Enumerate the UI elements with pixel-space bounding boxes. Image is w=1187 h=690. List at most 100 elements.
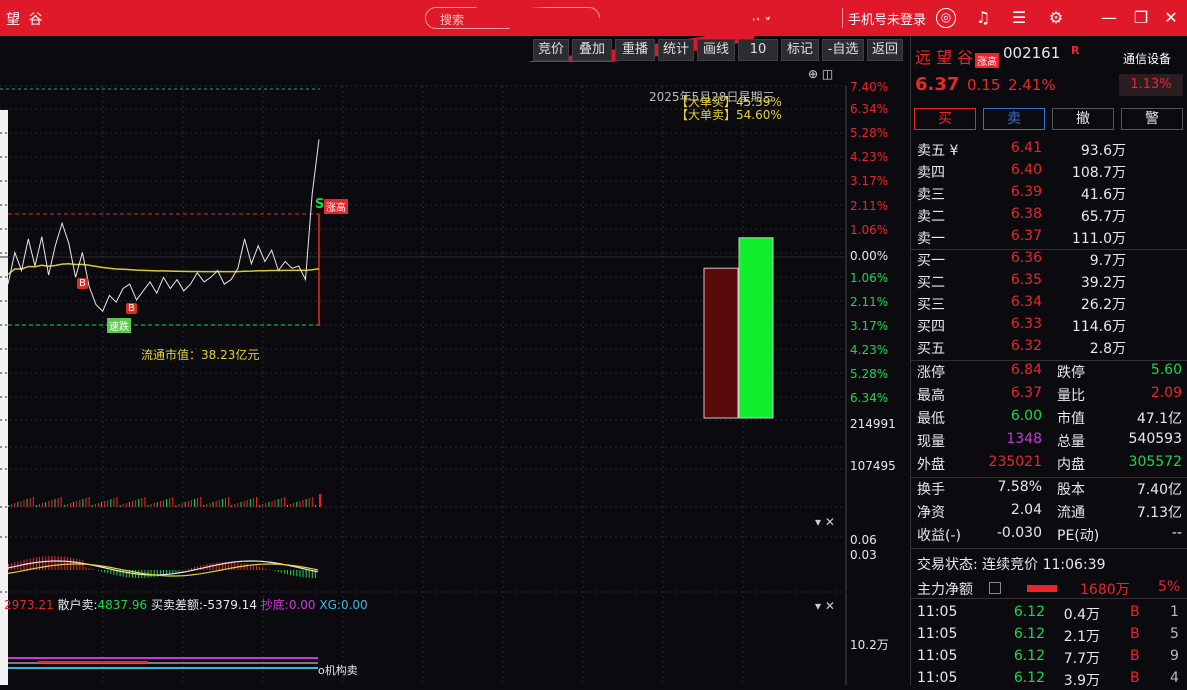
bid-volume: 2.8万	[1066, 338, 1126, 358]
bid-label: 买五	[917, 338, 945, 358]
toolbar-back-button[interactable]: 返回	[867, 39, 903, 61]
volume-bar	[55, 499, 56, 507]
user-icon[interactable]: ◎	[936, 8, 956, 28]
tick-volume: 7.7万	[1040, 648, 1100, 668]
toolbar-mark-button[interactable]: 标记	[781, 39, 819, 61]
macd-bar	[58, 556, 59, 570]
ask-price: 6.39	[982, 184, 1042, 200]
stat-value: 5.60	[1122, 362, 1182, 378]
axis-down-1: 2.11%	[850, 295, 888, 309]
volume-bar	[132, 501, 133, 507]
big-buy-bar	[739, 238, 773, 418]
price-change-pct: 2.41%	[1008, 76, 1056, 94]
headset-icon[interactable]: ♫	[972, 7, 994, 29]
settings-icon[interactable]: ⚙	[1045, 7, 1067, 29]
volume-axis-top: 214991	[850, 417, 896, 431]
toolbar-watchlist-button[interactable]: -自选	[822, 39, 864, 61]
volume-bar	[27, 499, 28, 507]
login-status[interactable]: 手机号未登录	[848, 9, 926, 28]
volume-bar	[157, 502, 158, 507]
sell-button[interactable]: 卖	[983, 108, 1045, 130]
macd-bar	[101, 570, 102, 572]
macd-bar	[219, 562, 220, 570]
volume-bar	[48, 501, 49, 507]
toolbar-auction-button[interactable]: 竞价	[533, 39, 569, 61]
search-input[interactable]: 搜索	[425, 7, 600, 29]
volume-bar	[247, 500, 248, 507]
last-price: 6.37	[915, 74, 959, 95]
volume-bar	[213, 502, 214, 507]
volume-bar	[219, 500, 220, 507]
volume-bar	[51, 500, 52, 507]
volume-bar	[70, 503, 71, 507]
tick-side: B	[1130, 604, 1140, 620]
axis-up-5: 2.11%	[850, 199, 888, 213]
macd-bar	[281, 570, 282, 573]
chart-expand-icon[interactable]: ⊕ ◫	[808, 67, 833, 81]
volume-bar	[315, 505, 316, 507]
volume-bar	[175, 505, 176, 507]
panel-collapse-icon[interactable]: ▾ ✕	[815, 515, 835, 529]
macd-bar	[278, 570, 279, 572]
stat-value: 7.13亿	[1122, 502, 1182, 522]
macd-bar	[104, 570, 105, 572]
macd-bar	[231, 562, 232, 570]
buy-marker: B	[77, 278, 88, 289]
ask-price: 6.38	[982, 206, 1042, 222]
account-dropdown[interactable]: n ∨	[752, 10, 772, 24]
notes-icon[interactable]: ☰	[1008, 7, 1030, 29]
volume-bar	[67, 504, 68, 507]
macd-bar	[259, 567, 260, 570]
ask-label: 卖一	[917, 228, 945, 248]
volume-bar	[259, 505, 260, 507]
intraday-chart[interactable]: ⊕ ◫ ▾ ✕ ▾ ✕	[0, 62, 908, 685]
volume-bar	[36, 505, 37, 507]
toolbar-draw-button[interactable]: 画线	[697, 39, 735, 61]
macd-bar	[51, 556, 52, 570]
axis-up-2: 5.28%	[850, 126, 888, 140]
volume-bar	[92, 505, 93, 507]
volume-bar	[160, 501, 161, 507]
panel-collapse-icon-2[interactable]: ▾ ✕	[815, 599, 835, 613]
toolbar-replay-button[interactable]: 重播	[615, 39, 655, 61]
bid-label: 买一	[917, 250, 945, 270]
volume-bar	[206, 504, 207, 507]
axis-up-6: 1.06%	[850, 223, 888, 237]
volume-bar	[104, 501, 105, 507]
bid-price: 6.33	[982, 316, 1042, 332]
macd-bar	[64, 557, 65, 570]
volume-bar	[222, 499, 223, 507]
volume-bar	[95, 504, 96, 507]
stat-value: 1348	[982, 431, 1042, 447]
volume-bar	[188, 501, 189, 507]
restore-button[interactable]: ❐	[1130, 7, 1152, 29]
list-icon[interactable]	[989, 582, 1001, 594]
macd-bar	[265, 568, 266, 570]
ask-label: 卖五 ¥	[917, 140, 958, 160]
tick-count: 4	[1170, 670, 1179, 686]
stat-value: 47.1亿	[1122, 408, 1182, 428]
cancel-order-button[interactable]: 撤	[1052, 108, 1114, 130]
stat-value: 540593	[1122, 431, 1182, 447]
bid-price: 6.35	[982, 272, 1042, 288]
toolbar-ten-button[interactable]: 10	[738, 39, 778, 61]
volume-bar	[191, 500, 192, 507]
institution-sell-legend: o机构卖	[318, 662, 358, 678]
volume-bar	[231, 505, 232, 507]
buy-button[interactable]: 买	[914, 108, 976, 130]
volume-bar	[241, 502, 242, 507]
minimize-button[interactable]: —	[1098, 7, 1120, 29]
stat-value: --	[1122, 525, 1182, 541]
toolbar-stats-button[interactable]: 统计	[658, 39, 694, 61]
big-sell-bar	[704, 268, 738, 418]
sector-name[interactable]: 通信设备	[1123, 50, 1171, 67]
app-title: 望 谷	[6, 9, 44, 29]
tick-count: 5	[1170, 626, 1179, 642]
volume-bar	[129, 502, 130, 507]
close-button[interactable]: ✕	[1160, 7, 1182, 29]
volume-bar	[76, 501, 77, 507]
toolbar-overlay-button[interactable]: 叠加	[572, 39, 612, 61]
main-force-bar	[1027, 585, 1057, 592]
volume-bar	[299, 501, 300, 507]
alert-button[interactable]: 警	[1121, 108, 1183, 130]
